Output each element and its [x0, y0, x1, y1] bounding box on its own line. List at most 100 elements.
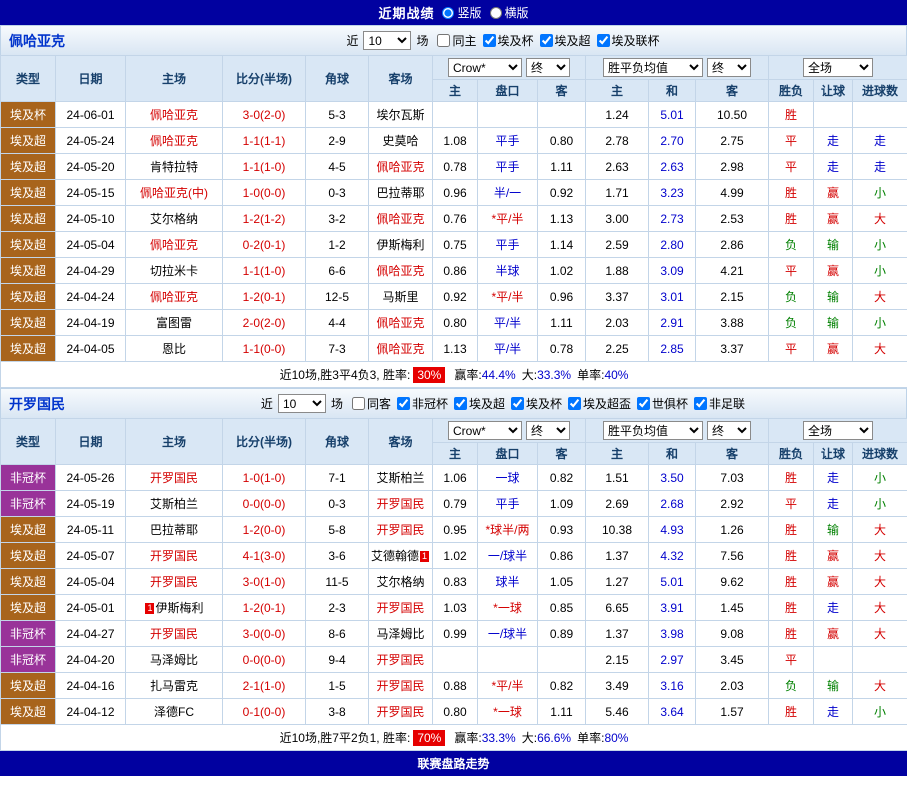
home-team[interactable]: 泽德FC [126, 699, 223, 725]
same-venue-checkbox[interactable]: 同主 [431, 32, 476, 49]
league-checkbox-2[interactable]: 埃及杯 [505, 395, 562, 412]
score[interactable]: 1-2(0-1) [223, 595, 306, 621]
home-team[interactable]: 开罗国民 [126, 621, 223, 647]
away-team[interactable]: 开罗国民 [369, 517, 433, 543]
mean-odds-select[interactable]: 胜平负均值 [603, 58, 703, 77]
score[interactable]: 3-0(2-0) [223, 102, 306, 128]
away-team[interactable]: 开罗国民 [369, 673, 433, 699]
home-team[interactable]: 佩哈亚克 [126, 232, 223, 258]
away-team[interactable]: 马斯里 [369, 284, 433, 310]
league-checkbox-5-input[interactable] [694, 397, 707, 410]
same-venue-checkbox[interactable]: 同客 [346, 395, 391, 412]
league-checkbox-1[interactable]: 埃及超 [534, 32, 591, 49]
home-team[interactable]: 佩哈亚克 [126, 102, 223, 128]
league-checkbox-1-input[interactable] [454, 397, 467, 410]
home-team[interactable]: 开罗国民 [126, 465, 223, 491]
score[interactable]: 4-1(3-0) [223, 543, 306, 569]
home-team[interactable]: 佩哈亚克 [126, 128, 223, 154]
away-team[interactable]: 佩哈亚克 [369, 154, 433, 180]
league-checkbox-1[interactable]: 埃及超 [448, 395, 505, 412]
home-team[interactable]: 切拉米卡 [126, 258, 223, 284]
league-checkbox-5[interactable]: 非足联 [688, 395, 745, 412]
away-team[interactable]: 佩哈亚克 [369, 310, 433, 336]
score[interactable]: 3-0(0-0) [223, 621, 306, 647]
league-checkbox-3[interactable]: 埃及超盃 [562, 395, 631, 412]
home-team[interactable]: 佩哈亚克(中) [126, 180, 223, 206]
away-team[interactable]: 佩哈亚克 [369, 336, 433, 362]
home-team[interactable]: 艾尔格纳 [126, 206, 223, 232]
league-checkbox-2-input[interactable] [597, 34, 610, 47]
home-team[interactable]: 开罗国民 [126, 569, 223, 595]
away-team[interactable]: 史莫哈 [369, 128, 433, 154]
league-checkbox-3-input[interactable] [568, 397, 581, 410]
league-checkbox-0-input[interactable] [397, 397, 410, 410]
score[interactable]: 0-0(0-0) [223, 647, 306, 673]
score[interactable]: 0-2(0-1) [223, 232, 306, 258]
score[interactable]: 2-0(2-0) [223, 310, 306, 336]
score[interactable]: 0-1(0-0) [223, 699, 306, 725]
away-team[interactable]: 巴拉蒂耶 [369, 180, 433, 206]
odds-final-select[interactable]: 终 [526, 58, 570, 77]
same-venue-checkbox-input[interactable] [352, 397, 365, 410]
odds-company-select[interactable]: Crow* [448, 58, 522, 77]
away-team[interactable]: 艾斯柏兰 [369, 465, 433, 491]
league-checkbox-0[interactable]: 非冠杯 [391, 395, 448, 412]
score[interactable]: 2-1(1-0) [223, 673, 306, 699]
league-checkbox-2[interactable]: 埃及联杯 [591, 32, 660, 49]
home-odds: 0.80 [433, 310, 478, 336]
layout-radio-horizontal[interactable]: 横版 [490, 4, 529, 21]
score[interactable]: 1-0(0-0) [223, 180, 306, 206]
mean-odds-select[interactable]: 胜平负均值 [603, 421, 703, 440]
league-checkbox-1-input[interactable] [540, 34, 553, 47]
mean-final-select[interactable]: 终 [707, 421, 751, 440]
home-team[interactable]: 肯特拉特 [126, 154, 223, 180]
score[interactable]: 1-2(0-1) [223, 284, 306, 310]
home-team[interactable]: 恩比 [126, 336, 223, 362]
league-checkbox-0-input[interactable] [483, 34, 496, 47]
away-team[interactable]: 艾德翰德1 [369, 543, 433, 569]
score[interactable]: 1-1(1-1) [223, 128, 306, 154]
score[interactable]: 1-2(0-0) [223, 517, 306, 543]
fulltime-select[interactable]: 全场 [803, 421, 873, 440]
home-team[interactable]: 巴拉蒂耶 [126, 517, 223, 543]
league-checkbox-2-input[interactable] [511, 397, 524, 410]
bottom-bar-link[interactable]: 联赛盘路走势 [0, 751, 907, 776]
home-team[interactable]: 马泽姆比 [126, 647, 223, 673]
away-team[interactable]: 开罗国民 [369, 491, 433, 517]
away-team[interactable]: 开罗国民 [369, 699, 433, 725]
same-venue-checkbox-input[interactable] [437, 34, 450, 47]
away-team[interactable]: 伊斯梅利 [369, 232, 433, 258]
home-team[interactable]: 扎马雷克 [126, 673, 223, 699]
away-team[interactable]: 开罗国民 [369, 647, 433, 673]
away-team[interactable]: 佩哈亚克 [369, 258, 433, 284]
away-team[interactable]: 马泽姆比 [369, 621, 433, 647]
home-team[interactable]: 1伊斯梅利 [126, 595, 223, 621]
league-checkbox-0[interactable]: 埃及杯 [477, 32, 534, 49]
home-team[interactable]: 开罗国民 [126, 543, 223, 569]
score[interactable]: 1-1(1-0) [223, 258, 306, 284]
odds-company-select[interactable]: Crow* [448, 421, 522, 440]
score[interactable]: 1-1(1-0) [223, 154, 306, 180]
score[interactable]: 1-2(1-2) [223, 206, 306, 232]
away-team[interactable]: 埃尔瓦斯 [369, 102, 433, 128]
away-team[interactable]: 佩哈亚克 [369, 206, 433, 232]
fulltime-select[interactable]: 全场 [803, 58, 873, 77]
league-checkbox-4-input[interactable] [637, 397, 650, 410]
odds-final-select[interactable]: 终 [526, 421, 570, 440]
match-count-select[interactable]: 10 [278, 394, 326, 413]
match-count-select[interactable]: 10 [363, 31, 411, 50]
home-team[interactable]: 富图雷 [126, 310, 223, 336]
home-team[interactable]: 佩哈亚克 [126, 284, 223, 310]
mean-final-select[interactable]: 终 [707, 58, 751, 77]
league-checkbox-4[interactable]: 世俱杯 [631, 395, 688, 412]
home-team[interactable]: 艾斯柏兰 [126, 491, 223, 517]
layout-radio-vertical[interactable]: 竖版 [442, 4, 481, 21]
vertical-radio-input[interactable] [442, 7, 454, 19]
away-team[interactable]: 艾尔格纳 [369, 569, 433, 595]
score[interactable]: 3-0(1-0) [223, 569, 306, 595]
score[interactable]: 1-1(0-0) [223, 336, 306, 362]
score[interactable]: 1-0(1-0) [223, 465, 306, 491]
away-team[interactable]: 开罗国民 [369, 595, 433, 621]
horizontal-radio-input[interactable] [490, 7, 502, 19]
score[interactable]: 0-0(0-0) [223, 491, 306, 517]
